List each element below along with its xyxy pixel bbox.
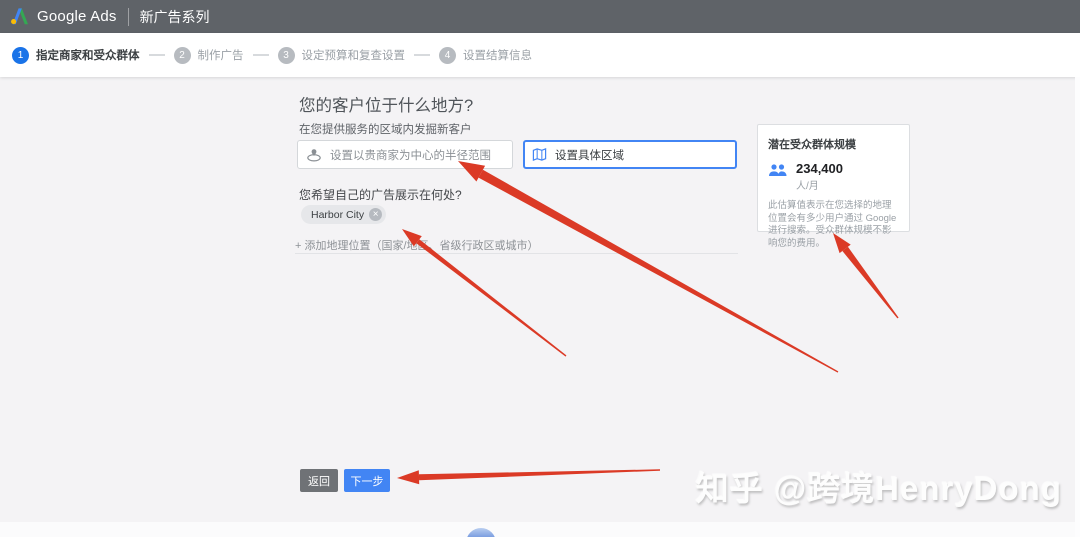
audience-size-panel: 潜在受众群体规模 234,400 人/月 此估算值表示在您选择的地理位置会有多少… [757, 124, 910, 249]
add-location-link[interactable]: + 添加地理位置（国家/地区、省级行政区或城市） [295, 237, 539, 253]
chip-label: Harbor City [311, 208, 365, 221]
audience-panel-description: 此估算值表示在您选择的地理位置会有多少用户通过 Google 进行搜索。受众群体… [768, 200, 897, 249]
radius-range-label: 设置以贵商家为中心的半径范围 [330, 149, 491, 162]
step-label: 设定预算和复查设置 [301, 50, 406, 62]
chip-remove-icon[interactable]: × [369, 208, 383, 221]
step-label: 指定商家和受众群体 [36, 50, 140, 62]
stepper-step-1[interactable]: 1 指定商家和受众群体 [12, 46, 140, 64]
stepper-step-3[interactable]: 3 设定预算和复查设置 [277, 46, 406, 64]
step-label: 制作广告 [197, 50, 244, 62]
audience-size-unit: 人/月 [796, 181, 819, 192]
topbar-divider [127, 7, 129, 26]
brand-name: Google Ads [37, 8, 117, 25]
specific-area-label: 设置具体区域 [555, 149, 624, 162]
radius-pin-icon [306, 147, 322, 163]
map-icon [532, 147, 547, 162]
stepper-step-4[interactable]: 4 设置结算信息 [439, 46, 532, 64]
stepper-step-2[interactable]: 2 制作广告 [173, 46, 244, 64]
page-title: 新广告系列 [139, 8, 210, 25]
section-divider [295, 253, 738, 254]
radius-range-button[interactable]: 设置以贵商家为中心的半径范围 [297, 140, 513, 169]
ad-show-where-label: 您希望自己的广告展示在何处? [299, 188, 462, 202]
stepper: 1 指定商家和受众群体 2 制作广告 3 设定预算和复查设置 4 设置结算信息 [0, 33, 1080, 77]
step-label: 设置结算信息 [463, 50, 532, 62]
audience-people-icon [768, 163, 788, 178]
stepper-connector [148, 54, 165, 56]
step-number-badge: 3 [277, 46, 295, 64]
google-ads-logo-icon [10, 8, 29, 25]
step-number-badge: 1 [12, 46, 29, 64]
next-button[interactable]: 下一步 [344, 469, 390, 492]
audience-size-value: 234,400 [796, 161, 843, 176]
question-title: 您的客户位于什么地方? [299, 97, 474, 115]
specific-area-button[interactable]: 设置具体区域 [523, 140, 737, 169]
stepper-connector [414, 54, 430, 56]
step-number-badge: 2 [173, 46, 191, 64]
topbar: Google Ads 新广告系列 [0, 0, 1080, 33]
stepper-connector [252, 54, 269, 56]
footer-band [0, 522, 1080, 537]
zhihu-watermark: 知乎 @跨境HenryDong [695, 470, 1062, 507]
audience-panel-title: 潜在受众群体规模 [768, 139, 856, 151]
step-number-badge: 4 [439, 46, 456, 64]
back-button[interactable]: 返回 [300, 469, 338, 492]
page-right-edge [1075, 77, 1080, 537]
serve-area-label: 在您提供服务的区域内发掘新客户 [299, 124, 472, 136]
annotation-arrows [397, 161, 899, 485]
google-ads-new-campaign-screen: Google Ads 新广告系列 1 指定商家和受众群体 2 制作广告 3 设定… [0, 0, 1080, 537]
location-chip[interactable]: Harbor City × [301, 205, 387, 224]
